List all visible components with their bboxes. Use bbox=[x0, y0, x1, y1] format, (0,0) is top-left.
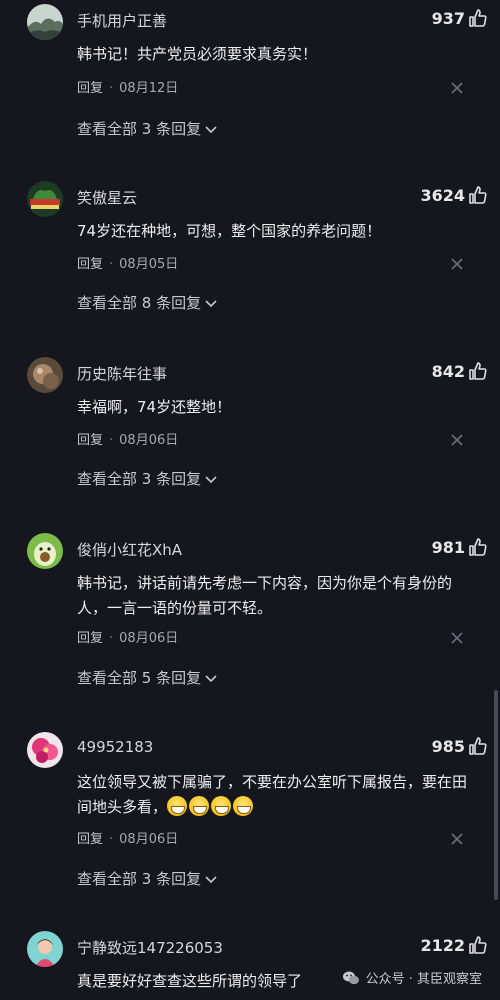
comment-meta: 回复 · 08月06日 bbox=[77, 429, 178, 448]
thumbs-up-icon[interactable] bbox=[468, 8, 488, 28]
comment-date: 08月06日 bbox=[119, 433, 179, 448]
grin-emoji-icon bbox=[189, 796, 210, 816]
reply-button[interactable]: 回复 bbox=[77, 81, 103, 96]
comment-date: 08月12日 bbox=[119, 81, 179, 96]
chevron-down-icon bbox=[205, 475, 217, 483]
avatar[interactable] bbox=[27, 181, 63, 217]
comment-meta: 回复 · 08月05日 bbox=[77, 253, 178, 272]
view-replies-button[interactable]: 查看全部 8 条回复 bbox=[77, 292, 217, 313]
username[interactable]: 历史陈年往事 bbox=[77, 363, 167, 384]
view-replies-label: 查看全部 3 条回复 bbox=[77, 470, 202, 488]
thumbs-up-icon[interactable] bbox=[468, 537, 488, 557]
avatar[interactable] bbox=[27, 4, 63, 40]
username[interactable]: 宁静致远147226053 bbox=[77, 937, 223, 958]
scrollbar-thumb[interactable] bbox=[494, 690, 498, 900]
separator-dot: · bbox=[109, 81, 114, 96]
chevron-down-icon bbox=[205, 674, 217, 682]
comment-text: 幸福啊，74岁还整地！ bbox=[77, 398, 232, 416]
username[interactable]: 俊俏小红花XhA bbox=[77, 539, 182, 560]
thumbs-up-icon[interactable] bbox=[468, 736, 488, 756]
comment-date: 08月06日 bbox=[119, 832, 179, 847]
thumbs-up-icon[interactable] bbox=[468, 361, 488, 381]
comment-date: 08月05日 bbox=[119, 257, 179, 272]
comment-text: 韩书记！共产党员必须要求真务实！ bbox=[77, 45, 318, 63]
chevron-down-icon bbox=[205, 299, 217, 307]
username[interactable]: 49952183 bbox=[77, 738, 153, 756]
view-replies-label: 查看全部 3 条回复 bbox=[77, 120, 202, 138]
close-icon[interactable] bbox=[450, 631, 464, 645]
view-replies-button[interactable]: 查看全部 3 条回复 bbox=[77, 468, 217, 489]
comment-text: 74岁还在种地，可想，整个国家的养老问题！ bbox=[77, 222, 382, 240]
separator-dot: · bbox=[109, 631, 114, 646]
username[interactable]: 手机用户正善 bbox=[77, 10, 167, 31]
chevron-down-icon bbox=[205, 875, 217, 883]
view-replies-label: 查看全部 8 条回复 bbox=[77, 294, 202, 312]
comment-text: 这位领导又被下属骗了，不要在办公室听下属报告，要在田间地头多看， bbox=[77, 770, 467, 820]
comment-meta: 回复 · 08月06日 bbox=[77, 627, 178, 646]
watermark: 公众号 · 其臣观察室 bbox=[342, 968, 482, 987]
like-count: 937 bbox=[431, 9, 465, 28]
reply-button[interactable]: 回复 bbox=[77, 257, 103, 272]
separator-dot: · bbox=[109, 832, 114, 847]
reply-button[interactable]: 回复 bbox=[77, 832, 103, 847]
grin-emoji-icon bbox=[233, 796, 254, 816]
close-icon[interactable] bbox=[450, 832, 464, 846]
comment-meta: 回复 · 08月12日 bbox=[77, 77, 178, 96]
reply-button[interactable]: 回复 bbox=[77, 631, 103, 646]
like-count: 985 bbox=[431, 737, 465, 756]
like-count: 981 bbox=[431, 538, 465, 557]
close-icon[interactable] bbox=[450, 81, 464, 95]
reply-button[interactable]: 回复 bbox=[77, 433, 103, 448]
thumbs-up-icon[interactable] bbox=[468, 185, 488, 205]
thumbs-up-icon[interactable] bbox=[468, 935, 488, 955]
separator-dot: · bbox=[109, 257, 114, 272]
avatar[interactable] bbox=[27, 533, 63, 569]
view-replies-button[interactable]: 查看全部 3 条回复 bbox=[77, 868, 217, 889]
comment-date: 08月06日 bbox=[119, 631, 179, 646]
close-icon[interactable] bbox=[450, 433, 464, 447]
grin-emoji-icon bbox=[167, 796, 188, 816]
grin-emoji-icon bbox=[211, 796, 232, 816]
comment-meta: 回复 · 08月06日 bbox=[77, 828, 178, 847]
avatar[interactable] bbox=[27, 732, 63, 768]
watermark-text: 公众号 · 其臣观察室 bbox=[365, 972, 482, 987]
like-count: 3624 bbox=[420, 186, 465, 205]
wechat-icon bbox=[342, 971, 359, 984]
view-replies-label: 查看全部 5 条回复 bbox=[77, 669, 202, 687]
separator-dot: · bbox=[109, 433, 114, 448]
view-replies-label: 查看全部 3 条回复 bbox=[77, 870, 202, 888]
comment-text-body: 这位领导又被下属骗了，不要在办公室听下属报告，要在田间地头多看， bbox=[77, 773, 468, 816]
avatar[interactable] bbox=[27, 357, 63, 393]
close-icon[interactable] bbox=[450, 257, 464, 271]
view-replies-button[interactable]: 查看全部 5 条回复 bbox=[77, 667, 217, 688]
avatar[interactable] bbox=[27, 931, 63, 967]
like-count: 2122 bbox=[420, 936, 465, 955]
comment-text: 韩书记，讲话前请先考虑一下内容，因为你是个有身份的人，一言一语的份量可不轻。 bbox=[77, 574, 453, 617]
username[interactable]: 笑傲星云 bbox=[77, 187, 137, 208]
comment-feed: 手机用户正善 937 韩书记！共产党员必须要求真务实！ 回复 · 08月12日 查看… bbox=[0, 0, 500, 1000]
like-count: 842 bbox=[431, 362, 465, 381]
view-replies-button[interactable]: 查看全部 3 条回复 bbox=[77, 118, 217, 139]
chevron-down-icon bbox=[205, 125, 217, 133]
